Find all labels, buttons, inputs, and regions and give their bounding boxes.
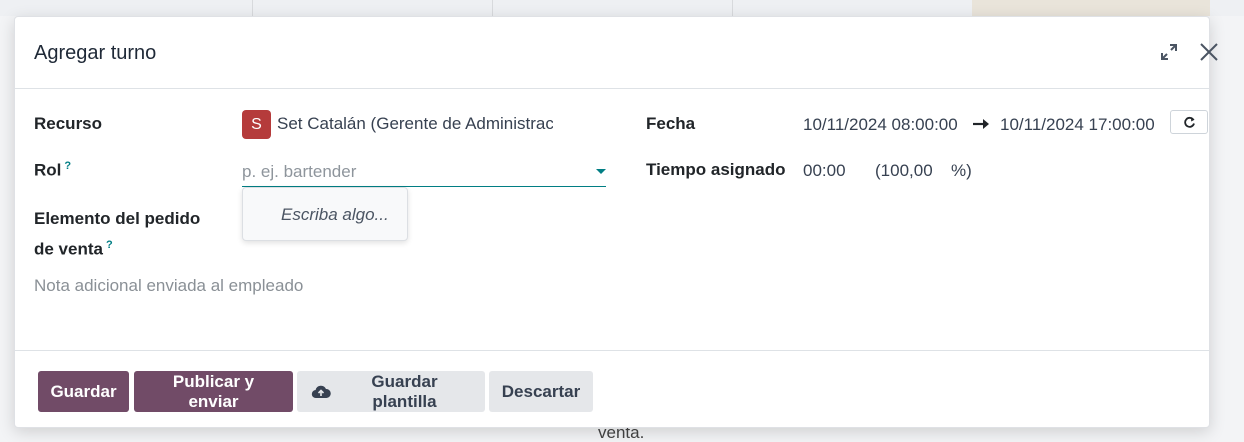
date-label: Fecha — [646, 114, 696, 133]
background-cell — [972, 0, 1210, 16]
note-field[interactable]: Nota adicional enviada al empleado — [34, 276, 303, 296]
allocated-percent-input[interactable]: (100,00 — [875, 161, 933, 181]
cloud-upload-icon — [311, 384, 331, 399]
dialog-header: Agregar turno — [15, 17, 1218, 89]
refresh-icon — [1183, 116, 1195, 128]
role-autocomplete-dropdown: Escriba algo... — [242, 187, 408, 241]
expand-arrows-icon — [1161, 44, 1177, 60]
background-divider — [492, 0, 493, 16]
background-divider — [732, 0, 733, 16]
chevron-down-icon[interactable] — [596, 169, 606, 174]
save-button[interactable]: Guardar — [38, 371, 129, 412]
dialog-title: Agregar turno — [34, 42, 157, 64]
help-tooltip-icon[interactable]: ? — [64, 160, 71, 172]
dropdown-hint: Escriba algo... — [281, 205, 389, 224]
save-template-button[interactable]: Guardar plantilla — [297, 371, 485, 412]
resource-field[interactable]: Set Catalán (Gerente de Administrac — [277, 114, 553, 134]
discard-button[interactable]: Descartar — [489, 371, 593, 412]
role-input[interactable] — [242, 159, 582, 185]
start-date-input[interactable]: 10/11/2024 08:00:00 — [803, 115, 958, 135]
refresh-dates-button[interactable] — [1170, 110, 1208, 134]
resource-label: Recurso — [34, 114, 103, 133]
avatar: S — [242, 110, 271, 139]
dialog-footer: Guardar Publicar y enviar Guardar planti… — [15, 350, 1209, 429]
expand-button[interactable] — [1156, 39, 1182, 65]
save-template-label: Guardar plantilla — [371, 371, 438, 411]
sale-line-label-line2: de venta — [34, 239, 103, 259]
percent-sign: %) — [951, 161, 972, 180]
end-date-input[interactable]: 10/11/2024 17:00:00 — [1000, 115, 1155, 135]
role-label-text: Rol — [34, 160, 62, 180]
sale-line-label: Elemento del pedido de venta? — [34, 206, 200, 263]
background-divider — [252, 0, 253, 16]
sale-line-label-line1: Elemento del pedido — [34, 209, 201, 228]
add-shift-dialog: Agregar turno Recurso S Set Catalán (Ger… — [14, 16, 1218, 429]
close-button[interactable] — [1196, 39, 1222, 65]
role-field[interactable] — [242, 159, 606, 187]
allocated-hours-input[interactable]: 00:00 — [803, 161, 846, 181]
close-icon — [1200, 43, 1218, 61]
help-tooltip-icon[interactable]: ? — [106, 239, 113, 251]
arrow-right-icon — [973, 119, 989, 129]
allocated-time-label: Tiempo asignado — [646, 160, 786, 179]
publish-send-button[interactable]: Publicar y enviar — [134, 371, 293, 412]
role-label: Rol? — [34, 160, 71, 181]
